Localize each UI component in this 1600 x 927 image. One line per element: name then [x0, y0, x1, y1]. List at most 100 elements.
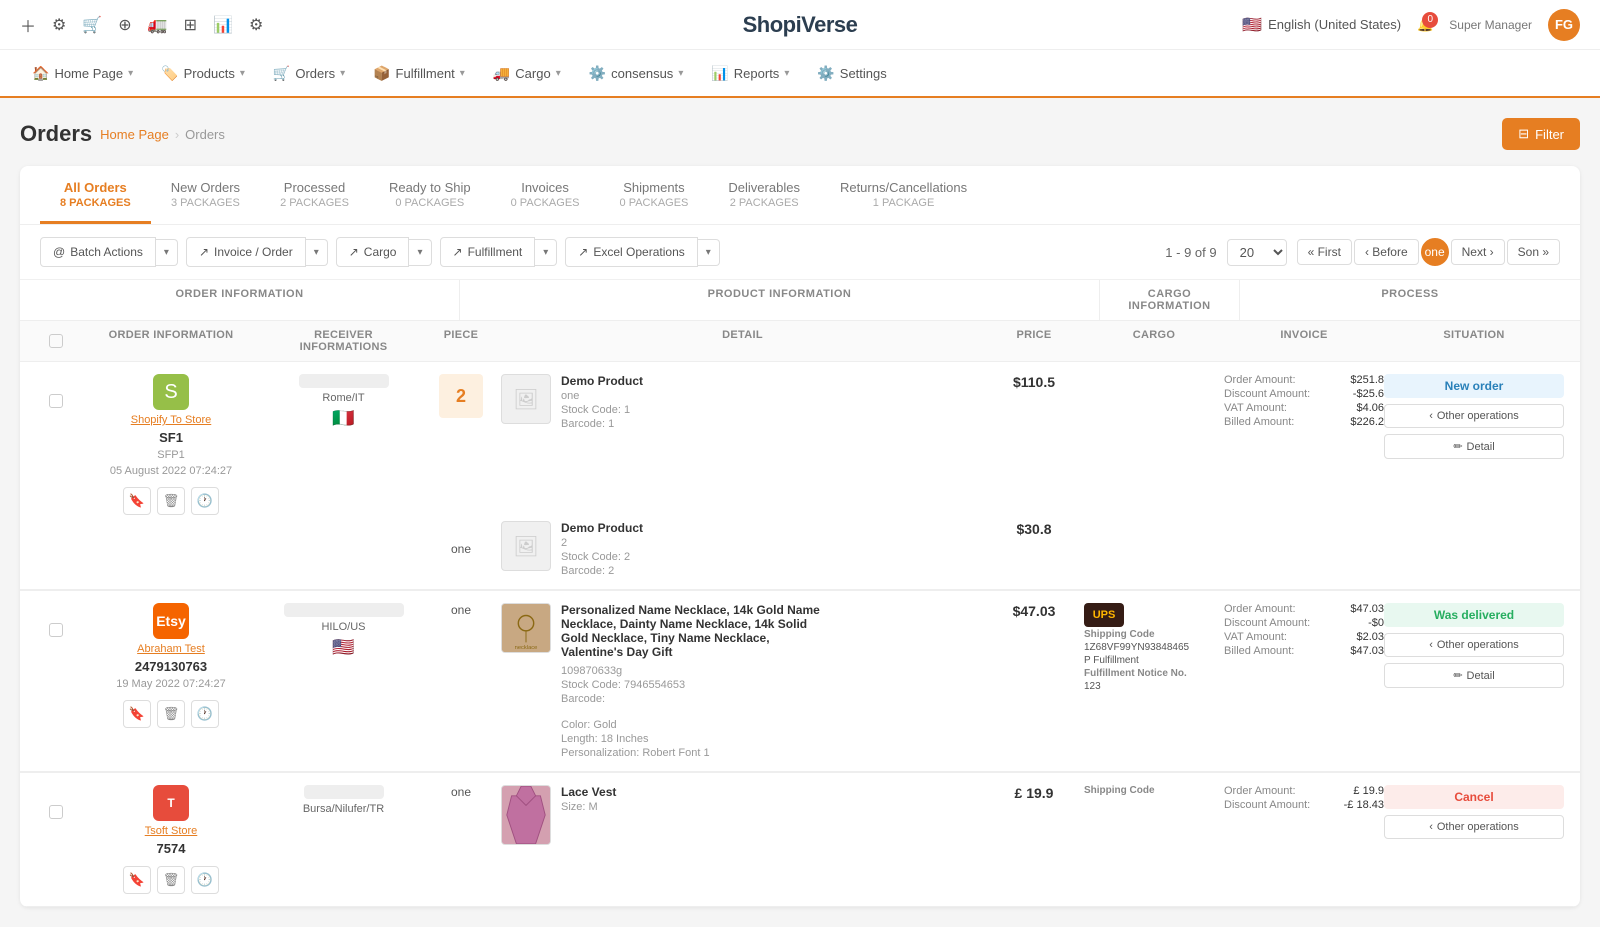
nav-item-consensus[interactable]: ⚙️ consensus ▾ [577, 59, 696, 88]
other-operations-button[interactable]: ‹ Other operations [1384, 404, 1564, 428]
page-size-select[interactable]: 20 50 100 [1227, 239, 1287, 266]
orders-icon: 🛒 [273, 65, 290, 82]
tab-new-orders[interactable]: New Orders 3 PACKAGES [151, 166, 260, 224]
excel-label: Excel Operations [593, 245, 684, 259]
etsy-stock-info: 109870633g Stock Code: 7946554653 Barcod… [561, 663, 685, 705]
tab-shipments[interactable]: Shipments 0 PACKAGES [600, 166, 709, 224]
breadcrumb-home[interactable]: Home Page [100, 127, 169, 142]
row1-checkbox[interactable] [49, 394, 63, 408]
cargo-label: Cargo [364, 245, 397, 259]
etsy-bookmark-button[interactable]: 🔖 [123, 700, 151, 728]
nav-item-fulfillment[interactable]: 📦 Fulfillment ▾ [361, 59, 477, 88]
row3-checkbox[interactable] [49, 805, 63, 819]
order-actions: 🔖 🗑 🕐 [123, 487, 219, 515]
page-content: Orders Home Page › Orders ⊟ Filter All O… [0, 98, 1600, 927]
etsy-status-badge: Was delivered [1384, 603, 1564, 627]
etsy-detail-button[interactable]: ✏ Detail [1384, 663, 1564, 688]
notifications-button[interactable]: 🔔 0 [1417, 17, 1433, 33]
fulfillment-notice-label: Fulfillment Notice No. [1084, 668, 1187, 679]
invoice-order-dropdown[interactable]: ▾ [306, 239, 328, 266]
etsy-store-name[interactable]: Abraham Test [137, 643, 205, 655]
nav-label-settings: Settings [840, 66, 887, 81]
tsoft-location: Bursa/Nilufer/TR [303, 803, 384, 815]
filter-button[interactable]: ⊟ Filter [1502, 118, 1580, 150]
tab-invoices[interactable]: Invoices 0 PACKAGES [491, 166, 600, 224]
etsy-other-ops-button[interactable]: ‹ Other operations [1384, 633, 1564, 657]
tsoft-store-name[interactable]: Tsoft Store [145, 825, 198, 837]
clock-button[interactable]: 🕐 [191, 487, 219, 515]
etsy-detail-icon: ✏ [1453, 669, 1462, 682]
select-all-checkbox[interactable] [49, 334, 63, 348]
prev-page-button[interactable]: ‹ Before [1354, 239, 1419, 265]
current-page-button[interactable]: one [1421, 238, 1449, 266]
gear-icon[interactable]: ⚙ [249, 15, 263, 35]
tab-all-orders[interactable]: All Orders 8 PACKAGES [40, 166, 151, 224]
bookmark-button[interactable]: 🔖 [123, 487, 151, 515]
order-checkbox[interactable] [36, 374, 76, 408]
nav-item-home[interactable]: 🏠 Home Page ▾ [20, 59, 145, 88]
fulfillment-dropdown[interactable]: ▾ [535, 239, 557, 266]
order-amount-label: Order Amount: [1224, 374, 1296, 386]
etsy-billed-label: Billed Amount: [1224, 645, 1294, 657]
tsoft-bookmark-button[interactable]: 🔖 [123, 866, 151, 894]
tsoft-order-id: 7574 [157, 841, 186, 856]
vat-label: VAT Amount: [1224, 402, 1287, 414]
language-selector[interactable]: 🇺🇸 English (United States) [1242, 15, 1401, 35]
plus-icon[interactable]: ＋ [20, 13, 36, 37]
cog-plus-icon[interactable]: ⊕ [118, 15, 131, 35]
store-name[interactable]: Shopify To Store [131, 414, 212, 426]
batch-actions-dropdown[interactable]: ▾ [156, 239, 178, 266]
nav-item-reports[interactable]: 📊 Reports ▾ [699, 59, 801, 88]
tsoft-receiver-masked [304, 785, 384, 799]
etsy-product-details: Personalized Name Necklace, 14k Gold Nam… [561, 603, 821, 759]
next-page-button[interactable]: Next › [1451, 239, 1505, 265]
puzzle-icon[interactable]: ⚙ [52, 15, 66, 35]
truck-icon[interactable]: 🚛 [148, 15, 168, 35]
excel-button[interactable]: ↗ Excel Operations [565, 237, 697, 267]
invoice-order-button[interactable]: ↗ Invoice / Order [186, 237, 306, 267]
nav-item-cargo[interactable]: 🚚 Cargo ▾ [481, 59, 573, 88]
topbar-icon-group: ＋ ⚙ 🛒 ⊕ 🚛 ⊞ 📊 ⚙ [20, 13, 263, 37]
chart-icon[interactable]: 📊 [213, 15, 233, 35]
etsy-color: Color: Gold [561, 719, 710, 731]
etsy-delete-button[interactable]: 🗑 [157, 700, 185, 728]
cargo-button[interactable]: ↗ Cargo [336, 237, 410, 267]
product-details: Demo Product one Stock Code: 1 Barcode: … [561, 374, 643, 430]
grid-icon[interactable]: ⊞ [184, 15, 197, 35]
tsoft-clock-button[interactable]: 🕐 [191, 866, 219, 894]
cargo-dropdown[interactable]: ▾ [409, 239, 431, 266]
tsoft-discount: Discount Amount: -£ 18.43 [1224, 799, 1384, 811]
etsy-invoice: Order Amount: $47.03 Discount Amount: -$… [1224, 603, 1384, 657]
cart-icon[interactable]: 🛒 [82, 15, 102, 35]
order-checkbox-3[interactable] [36, 785, 76, 819]
nav-item-settings[interactable]: ⚙️ Settings [805, 59, 898, 88]
tab-processed[interactable]: Processed 2 PACKAGES [260, 166, 369, 224]
tsoft-delete-button[interactable]: 🗑 [157, 866, 185, 894]
user-avatar[interactable]: FG [1548, 9, 1580, 41]
tsoft-product-details: Lace Vest Size: M [561, 785, 616, 813]
tsoft-price: £ 19.9 [984, 785, 1084, 801]
tab-ready-to-ship[interactable]: Ready to Ship 0 PACKAGES [369, 166, 491, 224]
batch-actions-button[interactable]: @ Batch Actions [40, 237, 156, 267]
detail-button[interactable]: ✏ Detail [1384, 434, 1564, 459]
cargo-info-header: CARGO INFORMATION [1100, 280, 1240, 320]
nav-item-orders[interactable]: 🛒 Orders ▾ [261, 59, 357, 88]
tab-deliverables[interactable]: Deliverables 2 PACKAGES [708, 166, 820, 224]
order-checkbox-2[interactable] [36, 603, 76, 637]
row2-checkbox[interactable] [49, 623, 63, 637]
product-cell-etsy: necklace Personalized Name Necklace, 14k… [501, 603, 984, 759]
invoice-order-group: ↗ Invoice / Order ▾ [186, 237, 328, 267]
tsoft-other-ops-button[interactable]: ‹ Other operations [1384, 815, 1564, 839]
chevron-down-icon-2: ▾ [240, 68, 245, 79]
discount-value: -$25.6 [1353, 388, 1384, 400]
last-page-button[interactable]: Son » [1507, 239, 1560, 265]
delete-button[interactable]: 🗑 [157, 487, 185, 515]
products-icon: 🏷️ [161, 65, 178, 82]
nav-label-cargo: Cargo [515, 66, 550, 81]
fulfillment-button[interactable]: ↗ Fulfillment [440, 237, 536, 267]
first-page-button[interactable]: « First [1297, 239, 1352, 265]
tab-returns[interactable]: Returns/Cancellations 1 PACKAGE [820, 166, 987, 224]
excel-dropdown[interactable]: ▾ [698, 239, 720, 266]
etsy-clock-button[interactable]: 🕐 [191, 700, 219, 728]
nav-item-products[interactable]: 🏷️ Products ▾ [149, 59, 257, 88]
